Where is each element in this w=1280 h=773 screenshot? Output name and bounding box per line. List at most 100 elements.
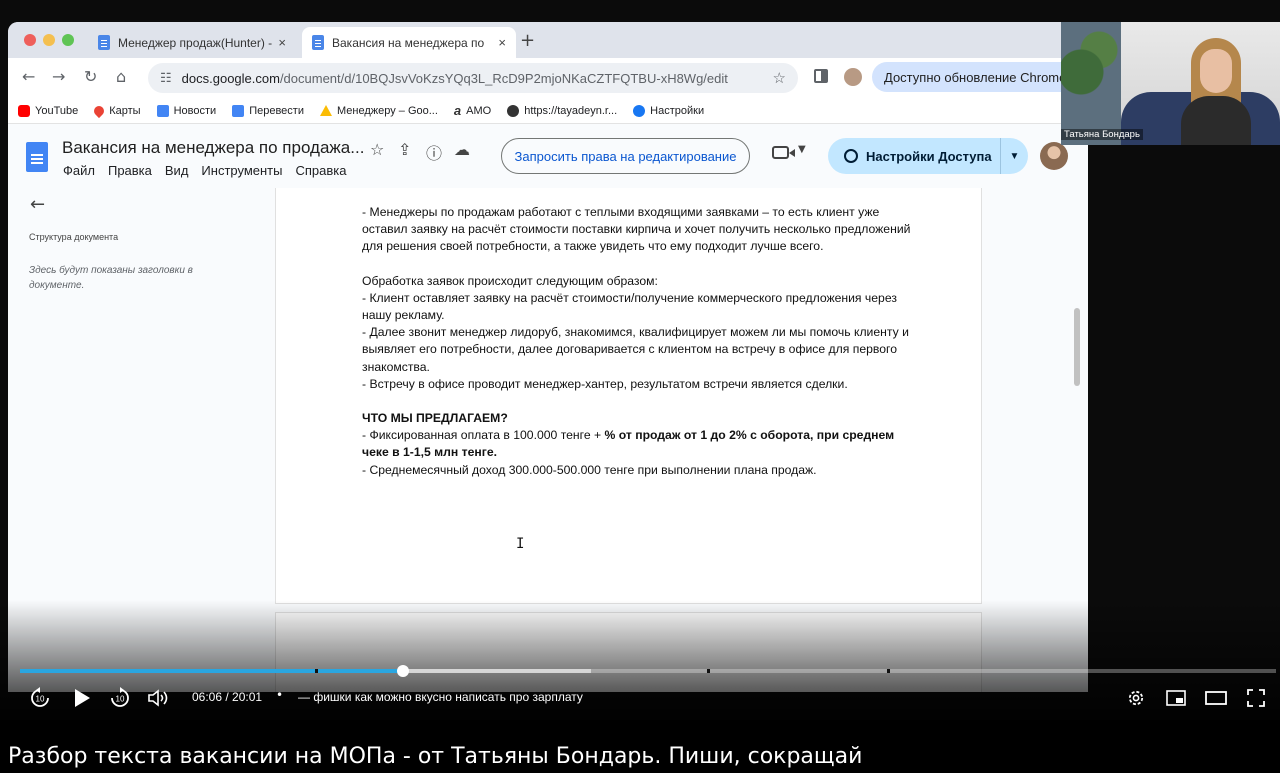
url-host: docs.google.com xyxy=(181,70,280,86)
reload-icon[interactable]: ↻ xyxy=(84,67,97,86)
theater-mode-icon xyxy=(1205,691,1227,705)
home-icon[interactable]: ⌂ xyxy=(116,67,126,86)
menu-tools[interactable]: Инструменты xyxy=(201,163,282,178)
text-cursor-icon: I xyxy=(516,536,525,552)
outline-title: Структура документа xyxy=(29,232,119,242)
picture-in-picture-icon xyxy=(1166,690,1186,706)
globe-icon xyxy=(844,149,858,163)
bookmark-label: Настройки xyxy=(650,104,705,117)
site-settings-icon[interactable]: ☷ xyxy=(160,70,172,86)
bookmark-star-icon[interactable]: ☆ xyxy=(773,69,786,87)
url-path: /document/d/10BQJsvVoKzsYQq3L_RcD9P2mjoN… xyxy=(279,70,728,86)
document-page[interactable]: - Менеджеры по продажам работают с теплы… xyxy=(275,188,982,604)
volume-icon xyxy=(148,689,168,707)
paragraph: - Далее звонит менеджер лидоруб, знакоми… xyxy=(362,325,909,374)
bookmark-youtube[interactable]: YouTube xyxy=(18,104,78,117)
bookmark-amo[interactable]: a AMO xyxy=(454,103,491,118)
menu-file[interactable]: Файл xyxy=(63,163,95,178)
profile-avatar-icon[interactable] xyxy=(844,68,862,86)
share-settings-button[interactable]: Настройки Доступа ▼ xyxy=(828,138,1028,174)
bookmark-translate[interactable]: Перевести xyxy=(232,104,304,117)
close-window-dot[interactable] xyxy=(24,34,36,46)
chapter-marker xyxy=(707,669,711,673)
tab-vacancy[interactable]: Вакансия на менеджера по × xyxy=(302,27,516,58)
outline-hint: Здесь будут показаны заголовки в докумен… xyxy=(29,265,193,291)
google-docs-logo-icon[interactable] xyxy=(26,142,48,172)
theater-mode-button[interactable] xyxy=(1204,686,1228,710)
facebook-icon xyxy=(633,104,646,117)
share-label: Настройки Доступа xyxy=(866,148,992,164)
tab-label: Менеджер продаж(Hunter) - xyxy=(118,35,273,50)
fullscreen-button[interactable] xyxy=(1244,686,1268,710)
menu-view[interactable]: Вид xyxy=(165,163,189,178)
request-edit-button[interactable]: Запросить права на редактирование xyxy=(501,138,750,174)
chapter-title[interactable]: — фишки как можно вкусно написать про за… xyxy=(298,690,583,704)
paragraph: - Менеджеры по продажам работают с теплы… xyxy=(362,205,911,254)
svg-text:10: 10 xyxy=(116,695,125,704)
current-time: 06:06 xyxy=(192,690,223,704)
bookmark-drive[interactable]: Менеджеру – Goo... xyxy=(319,105,438,117)
outline-back-arrow-icon[interactable]: ← xyxy=(30,194,45,215)
bookmark-tayadeyn[interactable]: https://tayadeyn.r... xyxy=(507,104,617,117)
maximize-window-dot[interactable] xyxy=(62,34,74,46)
bookmark-label: AMO xyxy=(466,104,492,117)
move-to-drive-icon[interactable]: ⇪ xyxy=(398,140,411,159)
paragraph: - Встречу в офисе проводит менеджер-хант… xyxy=(362,376,848,391)
time-display: 06:06 / 20:01 xyxy=(192,690,263,704)
gear-icon xyxy=(1128,690,1144,706)
tab-close-icon[interactable]: × xyxy=(498,35,506,50)
duration: 20:01 xyxy=(232,690,263,704)
bookmark-label: Карты xyxy=(109,104,141,117)
tab-hunter[interactable]: Менеджер продаж(Hunter) - × xyxy=(88,27,296,58)
docs-icon xyxy=(98,35,110,50)
translate-icon xyxy=(232,104,245,117)
paragraph: - Клиент оставляет заявку на расчёт стои… xyxy=(362,290,897,323)
chevron-down-icon[interactable]: ▼ xyxy=(1000,138,1028,174)
rewind-10-button[interactable]: 10 xyxy=(28,686,52,710)
chapter-marker xyxy=(315,669,319,673)
forward-arrow-icon[interactable]: → xyxy=(52,67,65,86)
browser-toolbar: ← → ↻ ⌂ ☷ docs.google.com/document/d/10B… xyxy=(8,58,1088,98)
menu-edit[interactable]: Правка xyxy=(108,163,152,178)
bookmark-maps[interactable]: Карты xyxy=(92,103,141,118)
video-frame[interactable]: Менеджер продаж(Hunter) - × Вакансия на … xyxy=(0,0,1280,720)
document-title[interactable]: Вакансия на менеджера по продажа... xyxy=(62,138,364,158)
document-info-icon[interactable]: ⓘ xyxy=(426,140,442,164)
tab-strip: Менеджер продаж(Hunter) - × Вакансия на … xyxy=(8,22,1088,58)
scrollbar[interactable] xyxy=(1074,308,1080,386)
tab-close-icon[interactable]: × xyxy=(278,35,286,50)
document-text[interactable]: - Менеджеры по продажам работают с теплы… xyxy=(362,204,922,479)
news-icon xyxy=(156,104,169,117)
chevron-down-icon[interactable]: ▼ xyxy=(798,144,806,155)
miniplayer-button[interactable] xyxy=(1164,686,1188,710)
address-bar[interactable]: ☷ docs.google.com/document/d/10BQJsvVoKz… xyxy=(148,63,798,93)
bookmark-settings[interactable]: Настройки xyxy=(633,104,705,117)
chapter-marker xyxy=(886,669,890,673)
docs-menu-bar: Файл Правка Вид Инструменты Справка xyxy=(63,163,359,178)
play-icon xyxy=(75,689,90,707)
volume-button[interactable] xyxy=(146,686,172,710)
minimize-window-dot[interactable] xyxy=(43,34,55,46)
forward-10-button[interactable]: 10 xyxy=(108,686,132,710)
meet-video-icon[interactable] xyxy=(772,146,795,159)
paragraph: - Среднемесячный доход 300.000-500.000 т… xyxy=(362,462,817,477)
side-panel-icon[interactable] xyxy=(814,69,828,83)
progress-bar[interactable] xyxy=(20,669,1276,673)
bookmark-news[interactable]: Новости xyxy=(156,104,216,117)
forward-10-icon: 10 xyxy=(111,687,129,707)
cloud-status-icon[interactable]: ☁ xyxy=(454,140,470,159)
avatar[interactable] xyxy=(1040,142,1068,170)
rewind-10-icon: 10 xyxy=(31,687,49,707)
back-arrow-icon[interactable]: ← xyxy=(22,67,35,86)
star-icon[interactable]: ☆ xyxy=(370,140,384,159)
scrubber-handle[interactable] xyxy=(397,665,410,677)
paragraph: - Фиксированная оплата в 100.000 тенге +… xyxy=(362,427,922,461)
section-heading: ЧТО МЫ ПРЕДЛАГАЕМ? xyxy=(362,411,508,426)
bookmarks-bar: YouTube Карты Новости Перевести Менеджер… xyxy=(8,98,1088,124)
new-tab-icon[interactable]: + xyxy=(520,30,535,51)
chrome-update-button[interactable]: Доступно обновление Chrome xyxy=(872,62,1082,92)
site-icon xyxy=(507,104,520,117)
play-button[interactable] xyxy=(70,686,94,710)
settings-button[interactable] xyxy=(1124,686,1148,710)
menu-help[interactable]: Справка xyxy=(295,163,346,178)
